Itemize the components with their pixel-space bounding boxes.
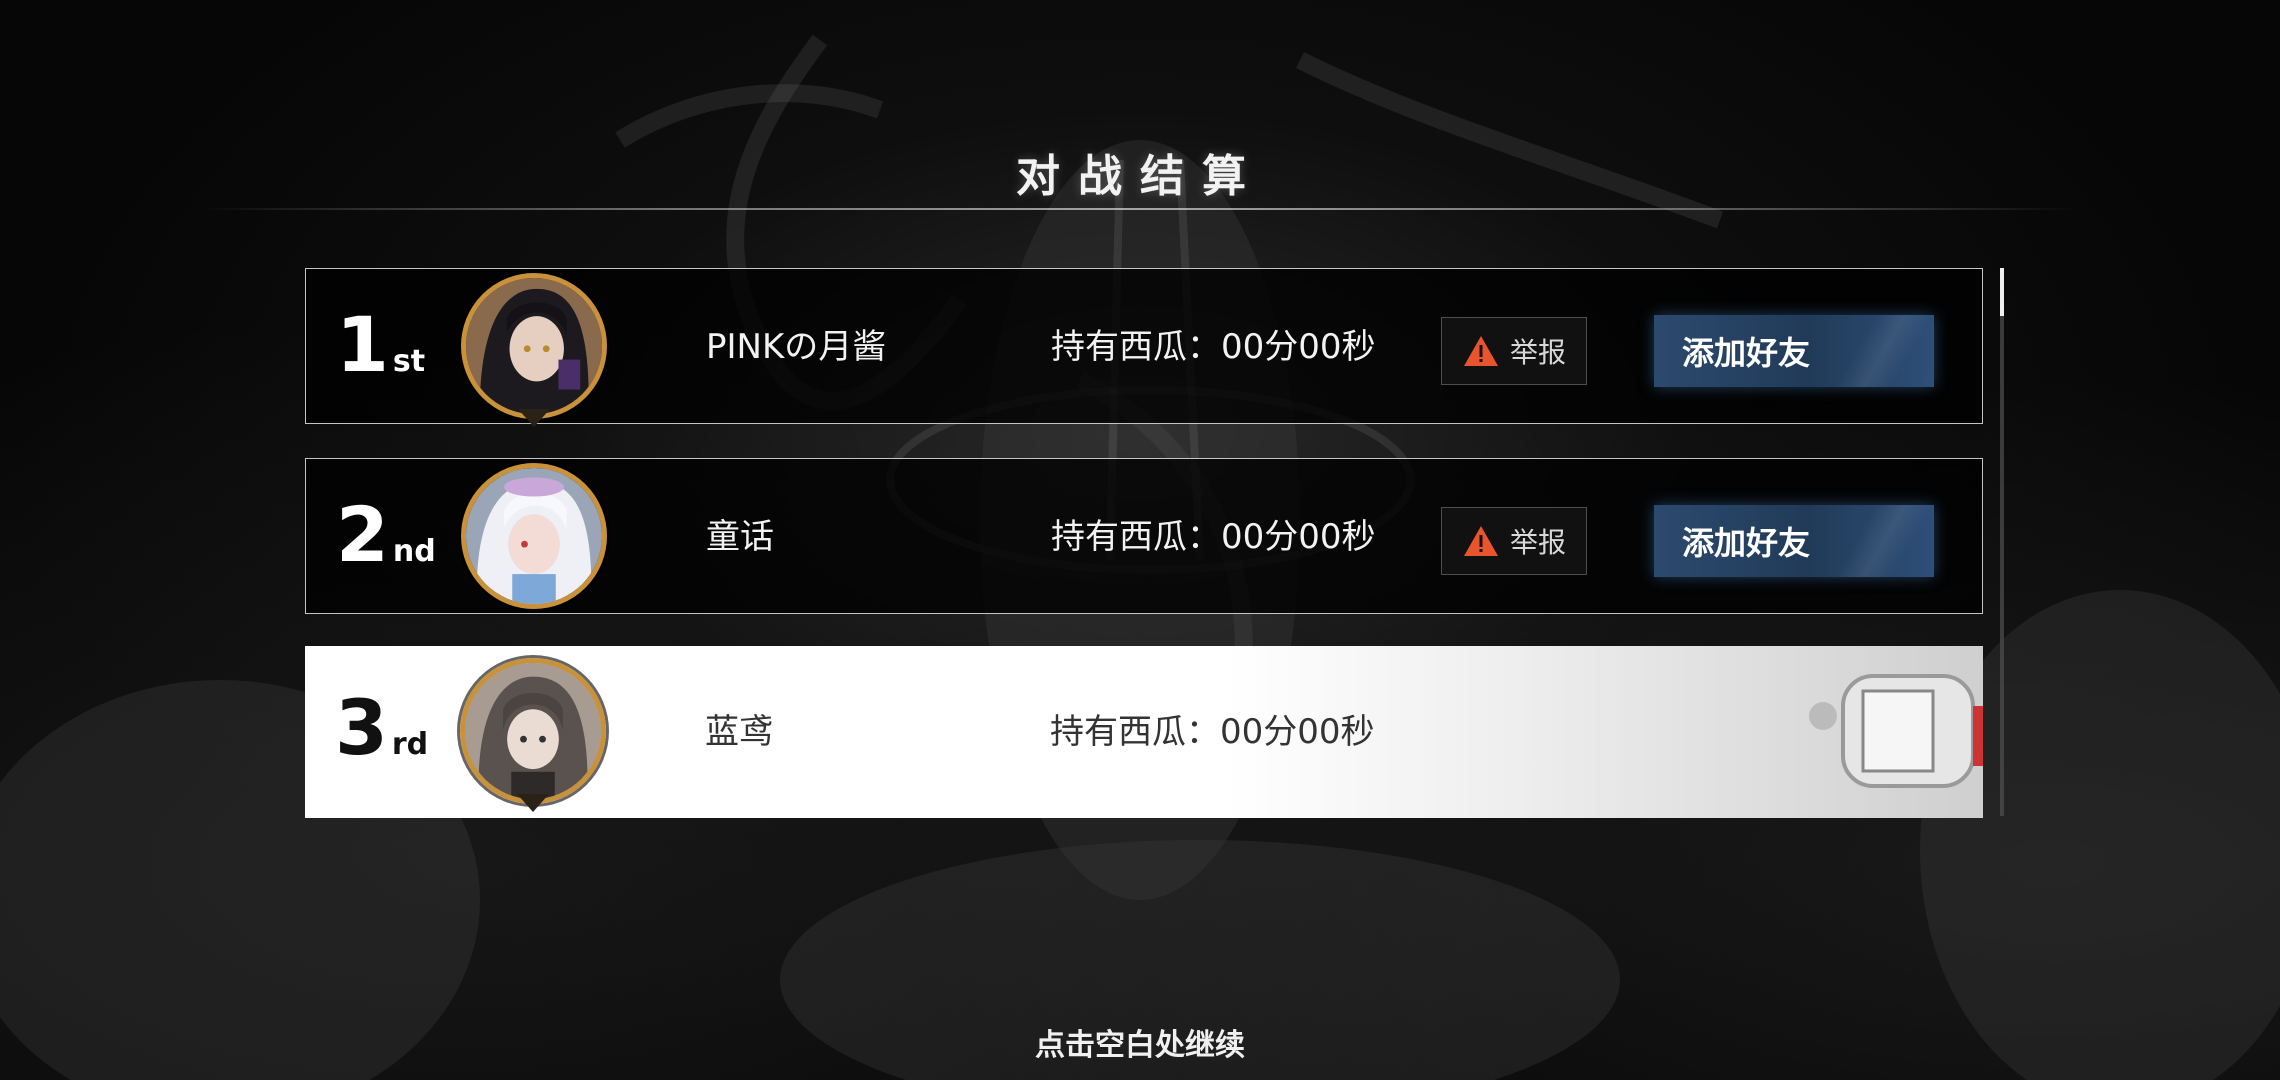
player-avatar[interactable] bbox=[461, 463, 607, 609]
result-row-self: 3rd 蓝鸢 持有西瓜：00分00秒 bbox=[305, 646, 1983, 818]
scrollbar-thumb[interactable] bbox=[2000, 268, 2004, 316]
rank-number: 3 bbox=[335, 683, 388, 772]
result-row: 1st PINKの月酱 持有西瓜：00分00秒 举报 添加好友 bbox=[305, 268, 1983, 427]
rank-label: 1st bbox=[336, 307, 425, 400]
rank-label: 2nd bbox=[336, 497, 436, 590]
avatar-badge-tip bbox=[518, 409, 550, 427]
player-name: PINKの月酱 bbox=[706, 327, 887, 367]
rank-suffix: nd bbox=[392, 534, 436, 569]
avatar-portrait-icon bbox=[466, 278, 602, 414]
watermelon-hold-time: 持有西瓜：00分00秒 bbox=[1050, 712, 1375, 752]
report-label: 举报 bbox=[1509, 336, 1566, 369]
results-screen[interactable]: 对战结算 1st PINKの月酱 持有西瓜：00分00秒 举报 添加好友 2 n… bbox=[0, 0, 2280, 1080]
continue-hint[interactable]: 点击空白处继续 bbox=[0, 1020, 2280, 1064]
avatar-badge-tip bbox=[517, 794, 549, 812]
report-label: 举报 bbox=[1509, 526, 1566, 559]
warning-icon bbox=[1463, 526, 1498, 556]
player-name: 童话 bbox=[706, 517, 774, 557]
rank-suffix: rd bbox=[391, 727, 429, 762]
warning-icon bbox=[1463, 336, 1498, 366]
avatar-portrait-icon bbox=[466, 468, 602, 604]
page-title: 对战结算 bbox=[1016, 151, 1264, 202]
rank-number: 2 bbox=[336, 490, 389, 579]
watermelon-hold-time: 持有西瓜：00分00秒 bbox=[1051, 327, 1376, 367]
rank-suffix: st bbox=[392, 344, 426, 379]
report-button[interactable]: 举报 bbox=[1441, 317, 1587, 385]
mech-decoration-icon bbox=[1809, 674, 1983, 788]
player-avatar[interactable] bbox=[461, 273, 607, 419]
avatar-portrait-icon bbox=[465, 663, 601, 799]
rank-label: 3rd bbox=[335, 690, 428, 783]
rank-number: 1 bbox=[336, 300, 389, 389]
add-friend-button[interactable]: 添加好友 bbox=[1654, 315, 1934, 387]
add-friend-label: 添加好友 bbox=[1682, 334, 1811, 372]
add-friend-label: 添加好友 bbox=[1682, 524, 1811, 562]
watermelon-hold-time: 持有西瓜：00分00秒 bbox=[1051, 517, 1376, 557]
add-friend-button[interactable]: 添加好友 bbox=[1654, 505, 1934, 577]
title-divider bbox=[200, 208, 2080, 210]
result-row: 2nd 童话 持有西瓜：00分00秒 举报 添加好友 bbox=[305, 458, 1983, 614]
player-name: 蓝鸢 bbox=[705, 712, 773, 752]
results-scrollbar[interactable] bbox=[2000, 268, 2004, 816]
player-avatar[interactable] bbox=[460, 658, 606, 804]
report-button[interactable]: 举报 bbox=[1441, 507, 1587, 575]
